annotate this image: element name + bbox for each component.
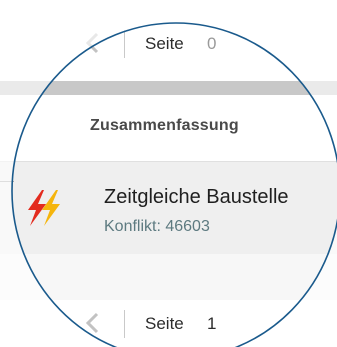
- pager-previous[interactable]: Seite 0: [0, 20, 337, 68]
- chevron-left-icon[interactable]: [84, 312, 102, 334]
- summary-section: Zusammenfassung: [0, 95, 337, 161]
- double-lightning-icon: [22, 186, 66, 230]
- chevron-left-icon[interactable]: [84, 32, 102, 54]
- pager-next[interactable]: Seite 1: [0, 300, 337, 347]
- page-label: Seite: [145, 314, 184, 333]
- conflict-title: Zeitgleiche Baustelle: [104, 186, 289, 208]
- page-label: Seite: [145, 34, 184, 53]
- page-number: 1: [207, 314, 217, 333]
- pager-divider: [124, 30, 125, 58]
- conflict-list-item[interactable]: Zeitgleiche Baustelle Konflikt: 46603: [0, 161, 337, 255]
- magnified-view: Seite 0 Zusammenfassung Zeitgleiche Baus…: [0, 0, 337, 347]
- list-spacer: [0, 254, 337, 300]
- summary-title: Zusammenfassung: [90, 117, 239, 134]
- section-separator: [0, 81, 337, 95]
- pager-divider: [124, 310, 125, 338]
- conflict-subtitle: Konflikt: 46603: [104, 218, 210, 235]
- connector-line: [0, 181, 14, 182]
- page-number: 0: [207, 34, 217, 53]
